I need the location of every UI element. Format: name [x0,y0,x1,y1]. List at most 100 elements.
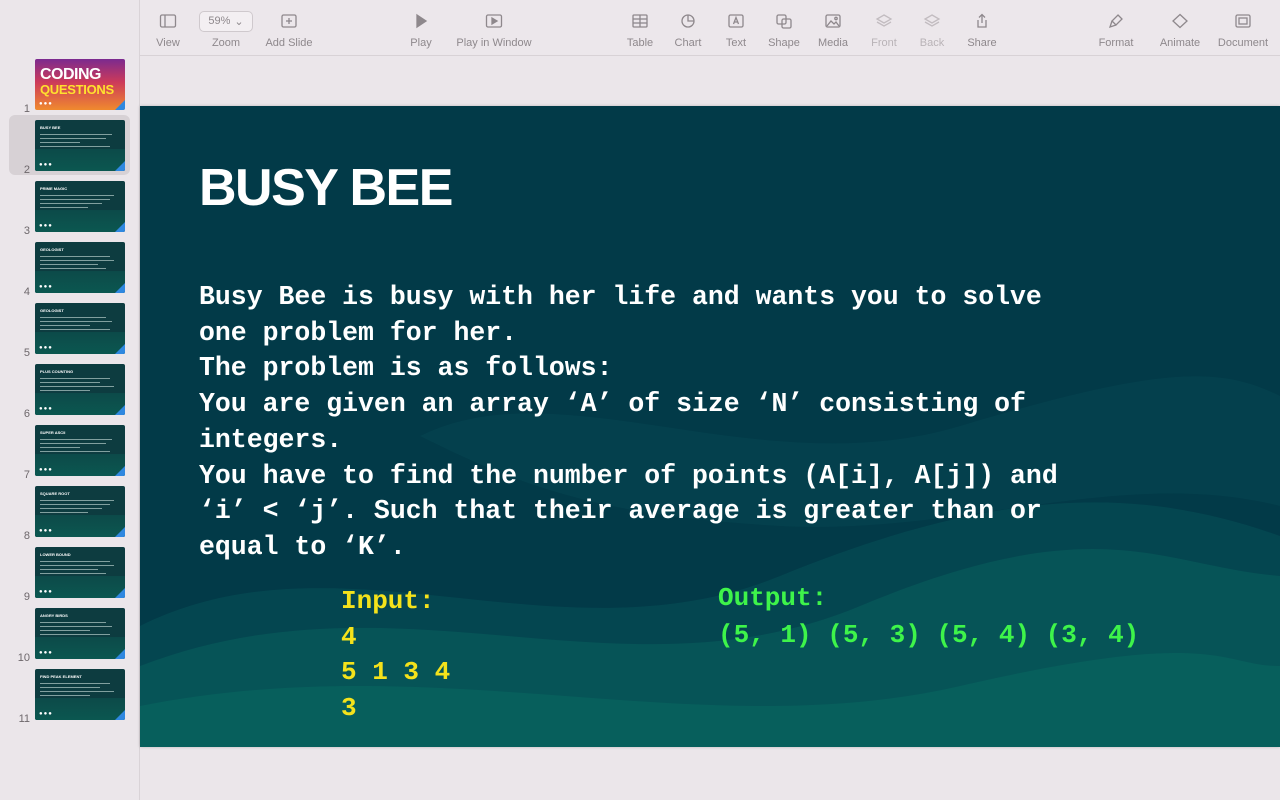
thumb-text-line [40,260,114,261]
slide-number: 6 [23,408,30,420]
slide-preview: PRIME MAGIC ●●● [35,181,125,232]
input-label: Input: [341,586,435,616]
slide-thumbnail-8[interactable]: 8 SQUARE ROOT ●●● [0,486,140,542]
slide-title[interactable]: BUSY BEE [199,158,453,218]
slide-navigator[interactable]: 1 CODING QUESTIONS ●●● 2 BUSY BEE ●●● 3 PRIME MA… [0,0,140,800]
add-slide-icon [280,10,298,32]
thumb-title: PLUS COUNTING [40,369,74,374]
shape-icon [775,10,793,32]
bring-to-front-icon [875,10,893,32]
front-label: Front [871,37,897,49]
current-slide[interactable]: BUSY BEE Busy Bee is busy with her life … [140,106,1280,747]
slide-thumbnail-3[interactable]: 3 PRIME MAGIC ●●● [0,181,140,237]
slide-thumbnail-9[interactable]: 9 LOWER BOUND ●●● [0,547,140,603]
thumb-corner-badge [115,405,125,415]
thumb-text-line [40,451,110,452]
slide-number: 11 [18,713,30,725]
slide-number: 9 [23,591,30,603]
slide-thumbnail-1[interactable]: 1 CODING QUESTIONS ●●● [0,59,140,115]
body-line: ‘i’ < ‘j’. Such that their average is gr… [199,496,1042,527]
toolbar: View 59% ⌄ Zoom Add Slide Play Play in Wi… [140,0,1280,56]
format-button[interactable]: Format [1084,10,1148,49]
thumb-text-line [40,561,110,562]
paintbrush-icon [1107,10,1125,32]
view-icon [159,10,177,32]
thumb-text-line [40,207,88,208]
add-slide-label: Add Slide [265,37,313,49]
zoom-select[interactable]: 59% ⌄ [199,10,253,32]
back-label: Back [919,37,945,49]
body-line: You have to find the number of points (A… [199,460,1058,491]
view-label: View [156,37,180,49]
add-slide-button[interactable]: Add Slide [257,10,321,49]
play-button[interactable]: Play [389,10,453,49]
thumb-text-line [40,622,106,623]
body-line: one problem for her. [199,317,518,348]
format-label: Format [1098,37,1134,49]
thumb-corner-badge [115,527,125,537]
thumb-text-line [40,443,106,444]
slide-canvas[interactable]: BUSY BEE Busy Bee is busy with her life … [140,57,1280,800]
thumb-title: SUPER ASCII [40,430,66,435]
share-icon [973,10,991,32]
slide-thumbnail-6[interactable]: 6 PLUS COUNTING ●●● [0,364,140,420]
input-lines: 4 5 1 3 4 3 [341,620,450,727]
slide-thumbnail-2[interactable]: 2 BUSY BEE ●●● [0,115,140,176]
slide-body-text[interactable]: Busy Bee is busy with her life and wants… [199,280,1259,566]
slide-thumbnail-5[interactable]: 5 GEOLOGIST ●●● [0,303,140,359]
thumb-dots: ●●● [39,528,53,534]
slide-number: 8 [23,530,30,542]
cover-title-bottom: QUESTIONS [40,82,114,97]
slide-thumbnail-11[interactable]: 11 FIND PEAK ELEMENT ●●● [0,669,140,725]
slide-thumbnail-4[interactable]: 4 GEOLOGIST ●●● [0,242,140,298]
slide-preview: GEOLOGIST ●●● [35,242,125,293]
thumb-text-line [40,573,106,574]
share-button[interactable]: Share [950,10,1014,49]
thumb-text-line [40,329,110,330]
cover-title-top: CODING [40,66,102,83]
thumb-text-line [40,695,90,696]
thumb-dots: ●●● [39,162,53,168]
media-label: Media [818,37,848,49]
thumb-corner-badge [115,100,125,110]
slide-preview: SQUARE ROOT ●●● [35,486,125,537]
output-example[interactable]: Output: (5, 1) (5, 3) (5, 4) (3, 4) [718,580,1139,654]
thumb-dots: ●●● [39,345,53,351]
chevron-down-icon: ⌄ [234,15,244,28]
animate-button[interactable]: Animate [1148,10,1212,49]
slide-number: 1 [23,103,30,115]
send-to-back-icon [923,10,941,32]
thumb-text-line [40,626,112,627]
thumb-text-line [40,264,98,265]
thumb-text-line [40,203,102,204]
zoom-control[interactable]: 59% ⌄ Zoom [194,10,258,49]
input-example[interactable]: Input: 4 5 1 3 4 3 [341,584,450,726]
thumb-corner-badge [115,283,125,293]
thumb-dots: ●●● [39,467,53,473]
document-button[interactable]: Document [1211,10,1275,49]
thumb-text-line [40,504,110,505]
thumb-text-line [40,683,110,684]
thumb-dots: ●●● [39,284,53,290]
thumb-dots: ●●● [39,650,53,656]
thumb-text-line [40,390,90,391]
slide-thumbnail-7[interactable]: 7 SUPER ASCII ●●● [0,425,140,481]
thumb-text-line [40,134,112,135]
thumb-text-line [40,630,90,631]
body-line: integers. [199,424,343,455]
text-icon [727,10,745,32]
thumb-text-line [40,142,80,143]
slide-preview: SUPER ASCII ●●● [35,425,125,476]
animate-icon [1171,10,1189,32]
thumb-text-line [40,447,80,448]
thumb-dots: ●●● [39,711,53,717]
thumb-title: FIND PEAK ELEMENT [40,674,82,679]
chart-icon [679,10,697,32]
play-in-window-button[interactable]: Play in Window [456,10,532,49]
thumb-text-line [40,512,88,513]
thumb-corner-badge [115,588,125,598]
slide-thumbnail-10[interactable]: 10 ANGRY BIRDS ●●● [0,608,140,664]
view-button[interactable]: View [136,10,200,49]
table-icon [631,10,649,32]
body-line: The problem is as follows: [199,353,613,384]
